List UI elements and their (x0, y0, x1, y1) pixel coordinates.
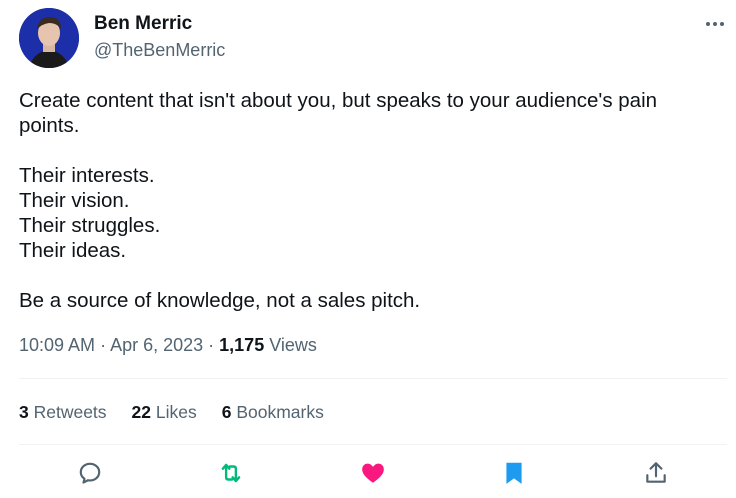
retweets-stat[interactable]: 3 Retweets (19, 400, 107, 424)
retweets-label: Retweets (28, 402, 107, 422)
tweet-line: Their ideas. (19, 239, 127, 262)
action-bar (0, 455, 736, 491)
tweet-line: Their struggles. (19, 214, 161, 237)
tweet-time[interactable]: 10:09 AM (19, 335, 95, 355)
likes-count: 22 (131, 402, 152, 422)
views-count: 1,175 (219, 335, 265, 355)
divider (19, 444, 727, 445)
tweet-date[interactable]: Apr 6, 2023 (110, 335, 203, 355)
retweet-icon (221, 463, 241, 483)
bookmarks-count: 6 (221, 402, 232, 422)
like-button[interactable] (355, 455, 391, 491)
author-handle[interactable]: @TheBenMerric (94, 38, 225, 62)
reply-button[interactable] (72, 455, 108, 491)
likes-label: Likes (151, 402, 197, 422)
share-icon (646, 462, 666, 483)
share-button[interactable] (638, 455, 674, 491)
tweet-line (19, 138, 719, 163)
retweets-count: 3 (19, 402, 29, 422)
author-name[interactable]: Ben Merric (94, 12, 192, 36)
more-dots-icon[interactable] (700, 12, 730, 36)
likes-stat[interactable]: 22 Likes (132, 400, 197, 424)
tweet-stats: 3 Retweets 22 Likes 6 Bookmarks (19, 400, 349, 424)
avatar[interactable] (19, 8, 79, 68)
bookmark-button[interactable] (496, 455, 532, 491)
tweet-line: Their vision. (19, 189, 130, 212)
tweet-line: Create content that isn't about you, but… (19, 89, 658, 112)
tweet-line: Be a source of knowledge, not a sales pi… (19, 289, 421, 312)
meta-separator: · (95, 335, 111, 355)
tweet-line: points. (19, 114, 80, 137)
views-label: Views (264, 335, 317, 355)
bookmarks-label: Bookmarks (231, 402, 324, 422)
heart-icon (362, 463, 384, 483)
tweet-meta: 10:09 AM · Apr 6, 2023 · 1,175 Views (19, 333, 317, 357)
tweet-line (19, 263, 719, 288)
reply-icon (79, 462, 101, 484)
bookmark-icon (506, 462, 522, 484)
retweet-button[interactable] (213, 455, 249, 491)
divider (19, 378, 727, 379)
tweet-text: Create content that isn't about you, but… (19, 88, 719, 313)
meta-separator: · (203, 335, 220, 355)
tweet-line: Their interests. (19, 164, 155, 187)
bookmarks-stat[interactable]: 6 Bookmarks (222, 400, 324, 424)
